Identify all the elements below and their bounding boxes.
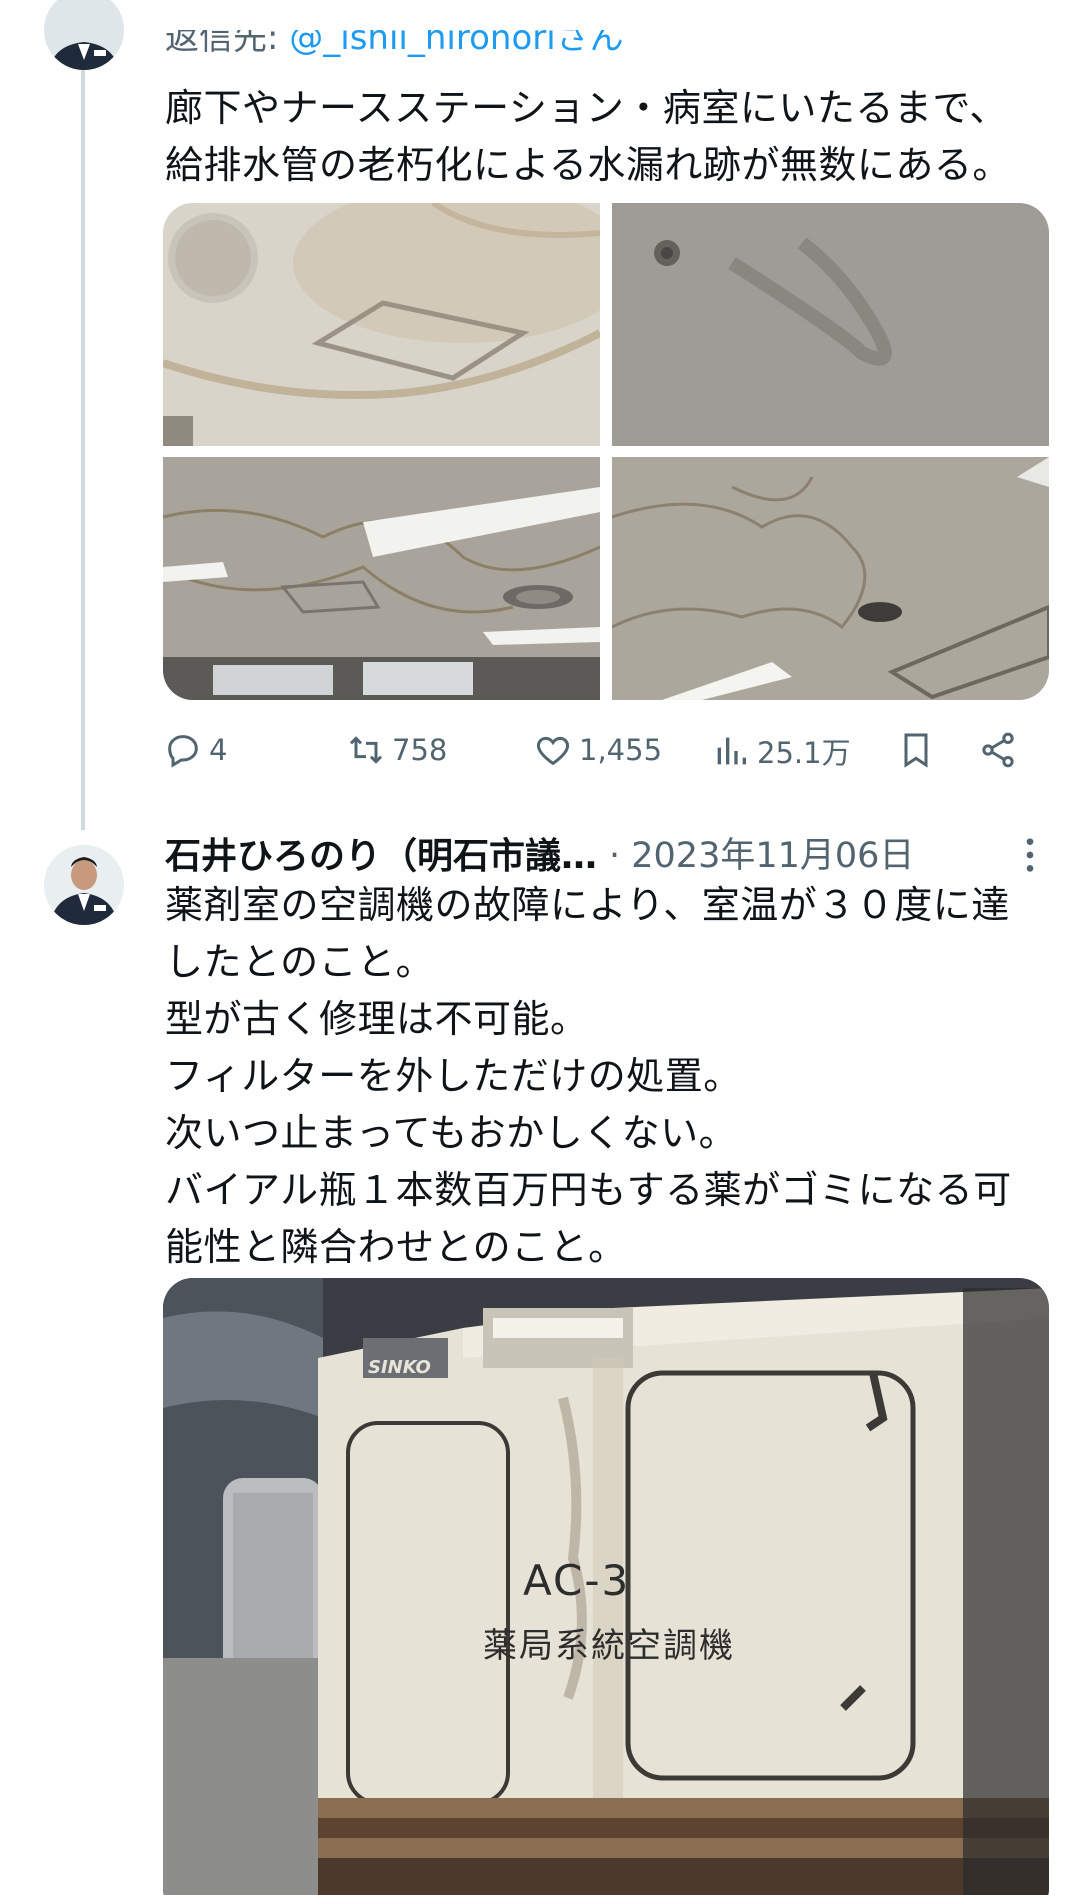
retweet-count: 758 [392,733,448,767]
heart-icon [536,736,570,766]
author-name[interactable]: 石井ひろのり（明石市議… [165,827,597,879]
tweet-photo[interactable] [163,457,600,700]
tweet-photo[interactable] [612,457,1049,700]
thread-line [81,60,85,830]
bookmark-icon [904,733,928,768]
tweet-date[interactable]: · 2023年11月06日 [609,827,914,878]
reply-handle-link[interactable]: @_ishii_hironoriさん [289,30,623,58]
share-button[interactable] [978,730,1018,770]
reply-prefix: 返信先: [165,18,290,58]
retweet-button[interactable]: 758 [346,730,447,770]
views-button[interactable]: 25.1万 [711,730,851,772]
share-icon [982,732,1014,768]
retweet-icon [349,736,383,764]
photo-grid [163,203,1049,700]
avatar[interactable] [44,845,124,925]
tweet-photo[interactable]: SINKO AC-3 薬局系統空調機 [163,1278,1049,1895]
reply-count: 4 [209,733,228,767]
unit-code-label: AC-3 [523,1556,631,1605]
tweet-photo[interactable] [612,203,1049,446]
reply-button[interactable]: 4 [163,730,227,770]
more-icon[interactable] [1015,835,1045,875]
tweet-actions: 4 758 1,455 25.1万 [163,730,1033,780]
reply-icon [168,735,198,768]
unit-name-label: 薬局系統空調機 [483,1626,735,1666]
tweet-text: 廊下やナースステーション・病室にいたるまで、 給排水管の老朽化による水漏れ跡が無… [165,86,1011,187]
tweet-header: 石井ひろのり（明石市議… · 2023年11月06日 [165,825,1045,880]
unit-brand-logo: SINKO [368,1357,431,1378]
avatar[interactable] [44,0,124,70]
views-icon [717,737,746,765]
bookmark-button[interactable] [896,730,936,770]
like-button[interactable]: 1,455 [533,730,662,770]
tweet-photo[interactable] [163,203,600,446]
reply-to-label: 返信先: @_ishii_hironoriさん [165,18,624,58]
tweet-text: 薬剤室の空調機の故障により、室温が３０度に達 したとのこと。 型が古く修理は不可… [165,883,1012,1269]
views-count: 25.1万 [757,736,851,770]
like-count: 1,455 [579,733,663,767]
